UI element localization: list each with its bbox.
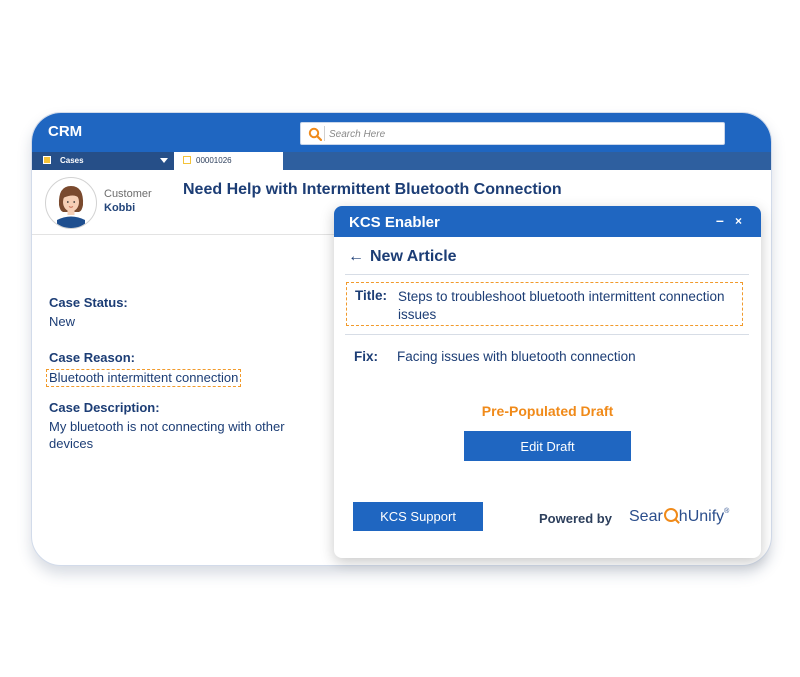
powered-by-label: Powered by [539, 511, 612, 526]
title-label: Title: [355, 288, 388, 303]
edit-draft-button[interactable]: Edit Draft [464, 431, 631, 461]
tab-bar: Cases 00001026 [32, 152, 771, 170]
searchunify-logo: Sear hUnify® [629, 508, 729, 526]
fix-label: Fix: [354, 349, 379, 364]
customer-label: Customer [104, 188, 152, 200]
search-input[interactable] [327, 123, 711, 146]
minimize-icon[interactable]: – [716, 212, 724, 228]
search-divider [324, 126, 325, 141]
divider-middle [345, 334, 749, 335]
search-box[interactable] [300, 122, 725, 146]
brand-text-end: hUnify [678, 508, 725, 525]
kcs-enabler-panel: KCS Enabler – × ← New Article Title: Step… [334, 206, 761, 558]
header-divider [32, 234, 334, 235]
magnifier-logo-icon [663, 508, 678, 522]
case-status-value: New [49, 314, 76, 329]
tab-case-number: 00001026 [196, 156, 232, 165]
search-icon[interactable] [308, 127, 322, 141]
case-title: Need Help with Intermittent Bluetooth Co… [183, 181, 562, 198]
cases-icon [43, 156, 51, 164]
case-status-label: Case Status: [49, 295, 128, 310]
fix-value[interactable]: Facing issues with bluetooth connection [397, 349, 636, 364]
case-description-value: My bluetooth is not connecting with othe… [49, 419, 285, 451]
customer-name: Kobbi [104, 202, 136, 214]
app-title: CRM [48, 123, 83, 140]
tab-case-record[interactable]: 00001026 [174, 152, 283, 170]
kcs-support-button[interactable]: KCS Support [353, 502, 483, 531]
case-reason-label: Case Reason: [49, 350, 135, 365]
top-bar: CRM [32, 113, 771, 152]
avatar [45, 177, 97, 229]
pre-populated-draft-label: Pre-Populated Draft [481, 403, 614, 419]
tab-cases-label: Cases [60, 156, 84, 165]
article-heading: New Article [370, 248, 457, 265]
case-record-icon [183, 156, 191, 164]
kcs-header: KCS Enabler – × [334, 206, 761, 237]
back-to-articles[interactable]: ← New Article [348, 248, 457, 266]
title-value[interactable]: Steps to troubleshoot bluetooth intermit… [398, 288, 738, 324]
trademark-mark: ® [724, 508, 730, 515]
close-icon[interactable]: × [735, 214, 742, 228]
brand-text-start: Sear [629, 508, 663, 525]
divider-top [345, 274, 749, 275]
tab-cases[interactable]: Cases [32, 152, 174, 170]
customer-avatar-icon [57, 186, 85, 228]
case-reason-value: Bluetooth intermittent connection [46, 369, 242, 387]
article-title-field[interactable]: Title: Steps to troubleshoot bluetooth i… [346, 282, 743, 326]
case-description-label: Case Description: [49, 400, 160, 415]
kcs-title: KCS Enabler [349, 214, 440, 231]
back-arrow-icon[interactable]: ← [348, 248, 364, 265]
chevron-down-icon[interactable] [160, 158, 168, 163]
